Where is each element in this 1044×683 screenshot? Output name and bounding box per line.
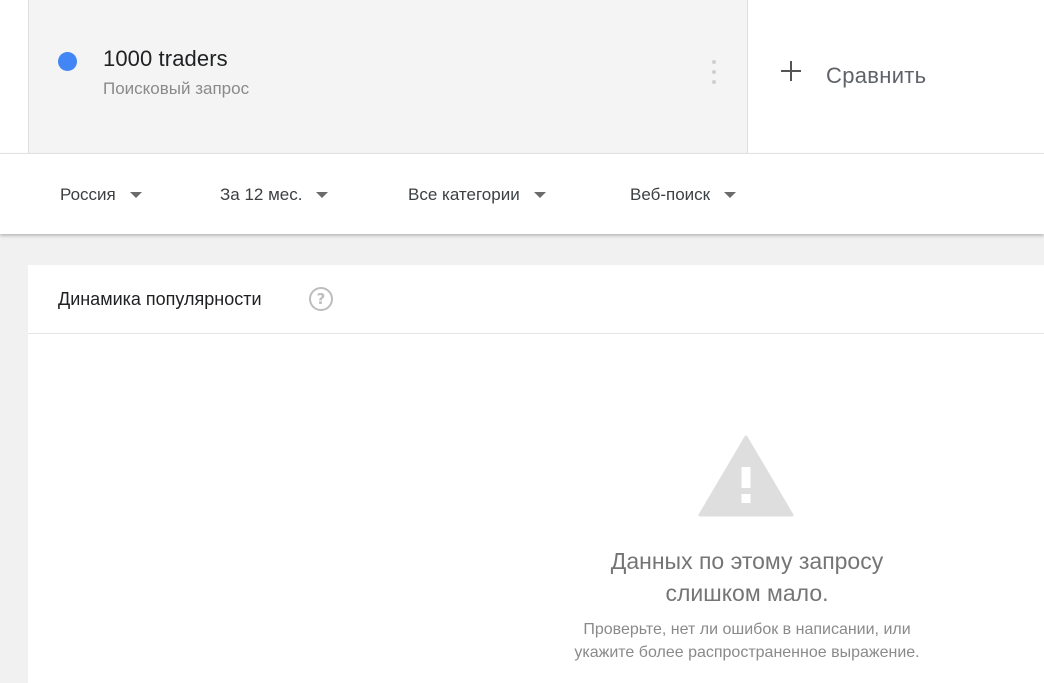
plus-icon xyxy=(780,60,802,82)
card-title: Динамика популярности xyxy=(58,289,262,309)
filter-bar: Россия За 12 мес. Все категории Веб-поис… xyxy=(0,153,1044,234)
category-filter[interactable]: Все категории xyxy=(408,182,546,208)
empty-state-title-line: Данных по этому запросу xyxy=(610,548,884,574)
period-filter[interactable]: За 12 мес. xyxy=(220,182,329,208)
term-row: 1000 traders Поисковый запрос Сравнить xyxy=(0,0,1044,153)
search-type-filter-label: Веб-поиск xyxy=(630,185,711,204)
category-filter-label: Все категории xyxy=(408,185,520,204)
region-filter-label: Россия xyxy=(60,185,116,204)
compare-label: Сравнить xyxy=(826,63,927,88)
empty-state-hint: Проверьте, нет ли ошибок в написании, ил… xyxy=(468,618,1026,664)
dropdown-arrow-icon xyxy=(129,192,142,198)
search-term-card[interactable]: 1000 traders Поисковый запрос xyxy=(28,0,748,153)
dropdown-arrow-icon xyxy=(724,192,737,198)
region-filter[interactable]: Россия xyxy=(60,182,142,208)
empty-state-hint-line: Проверьте, нет ли ошибок в написании, ил… xyxy=(583,621,911,638)
empty-state-title-line: слишком мало. xyxy=(665,580,829,606)
term-type: Поисковый запрос xyxy=(103,79,250,98)
period-filter-label: За 12 мес. xyxy=(220,185,303,204)
help-circle-icon[interactable]: ? xyxy=(309,287,333,311)
more-vert-icon[interactable] xyxy=(709,60,719,84)
card-header: Динамика популярности ? xyxy=(28,265,1044,334)
interest-over-time-card: Динамика популярности ? Данных по этому … xyxy=(28,265,1044,683)
term-color-dot-icon xyxy=(58,52,77,71)
empty-state-hint-line: укажите более распространенное выражение… xyxy=(574,644,920,661)
dropdown-arrow-icon xyxy=(533,192,546,198)
empty-state-title: Данных по этому запросу слишком мало. xyxy=(468,545,1026,609)
search-type-filter[interactable]: Веб-поиск xyxy=(630,182,737,208)
term-name: 1000 traders xyxy=(103,46,228,71)
warning-triangle-icon xyxy=(698,435,794,517)
compare-button[interactable]: Сравнить xyxy=(748,0,1044,153)
trends-explore-page: 1000 traders Поисковый запрос Сравнить Р… xyxy=(0,0,1044,683)
dropdown-arrow-icon xyxy=(316,192,329,198)
